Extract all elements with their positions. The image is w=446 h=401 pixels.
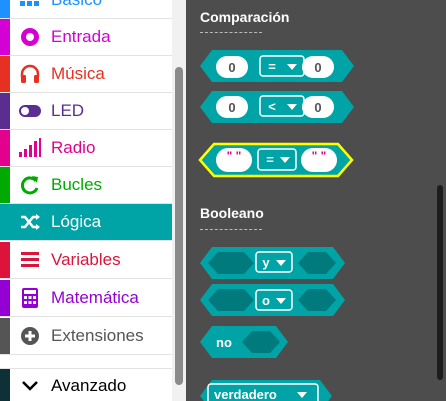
chevron-down-icon xyxy=(20,376,40,396)
and-block[interactable]: y xyxy=(200,247,345,279)
category-label: Matemática xyxy=(51,288,139,307)
category-label: Radio xyxy=(51,138,96,157)
right-value-text: 0 xyxy=(314,60,321,75)
headphones-icon xyxy=(18,62,42,86)
category-color-bar xyxy=(0,56,10,92)
category-color-bar xyxy=(0,280,10,316)
category-label: Variables xyxy=(51,250,121,269)
operator-text: < xyxy=(268,99,276,114)
category-label: LED xyxy=(51,101,85,120)
loop-arrow-icon xyxy=(18,173,42,197)
category-logica[interactable]: Lógica xyxy=(0,204,172,241)
category-label: Extensiones xyxy=(51,326,144,345)
category-entrada[interactable]: Entrada xyxy=(0,19,172,56)
category-label: Entrada xyxy=(51,27,111,46)
shuffle-icon xyxy=(18,210,42,234)
toggle-icon xyxy=(18,99,42,123)
operator-dropdown[interactable] xyxy=(259,95,305,117)
plus-circle-icon xyxy=(18,324,42,348)
operator-dropdown[interactable] xyxy=(259,55,305,77)
operator-dropdown[interactable] xyxy=(257,148,297,171)
not-block[interactable]: no xyxy=(200,326,288,358)
category-label: Lógica xyxy=(51,212,102,231)
calculator-icon xyxy=(18,286,42,310)
radio-target-icon xyxy=(18,25,42,49)
category-color-bar xyxy=(0,167,10,203)
category-label: Básico xyxy=(51,0,102,10)
category-color-bar xyxy=(0,19,10,55)
category-bucles[interactable]: Bucles xyxy=(0,167,172,204)
left-value-text: 0 xyxy=(228,100,235,115)
category-led[interactable]: LED xyxy=(0,93,172,130)
operator-text: = xyxy=(266,152,274,167)
category-color-bar xyxy=(0,130,10,166)
compare-text-block[interactable]: " " = " " xyxy=(198,142,354,178)
operator-text: o xyxy=(262,293,270,308)
compare-less-block[interactable]: 0 < 0 xyxy=(200,91,354,123)
category-sidebar: Básico Entrada Música LED Radio Buc xyxy=(0,0,186,401)
category-color-bar xyxy=(0,242,10,278)
right-text-value: " " xyxy=(312,149,327,163)
section-divider xyxy=(200,32,262,33)
block-flyout: Comparación 0 = 0 0 < 0 " " = " " y o no… xyxy=(186,0,446,401)
section-title-comparison: Comparación xyxy=(200,9,290,25)
category-basico[interactable]: Básico xyxy=(0,0,172,19)
flyout-scrollbar-thumb[interactable] xyxy=(437,185,443,380)
section-divider xyxy=(200,229,262,230)
right-value-text: 0 xyxy=(314,100,321,115)
left-value-text: 0 xyxy=(228,60,235,75)
operator-text: = xyxy=(268,59,276,74)
flyout-blocks-canvas: 0 = 0 0 < 0 " " = " " y o no verdadero xyxy=(198,50,354,401)
category-radio[interactable]: Radio xyxy=(0,130,172,167)
category-color-bar xyxy=(0,0,10,18)
grid-icon xyxy=(18,0,42,12)
category-label: Bucles xyxy=(51,175,103,194)
category-color-bar xyxy=(0,318,10,354)
true-block[interactable]: verdadero xyxy=(200,380,332,401)
compare-equal-block[interactable]: 0 = 0 xyxy=(200,50,354,82)
category-color-bar xyxy=(0,369,10,401)
section-title-boolean: Booleano xyxy=(200,205,264,221)
or-block[interactable]: o xyxy=(200,284,345,316)
not-label: no xyxy=(216,335,232,350)
category-label: Música xyxy=(51,64,105,83)
advanced-toggle[interactable]: Avanzado xyxy=(0,368,172,401)
list-lines-icon xyxy=(18,248,42,272)
left-text-value: " " xyxy=(227,149,242,163)
category-extensiones[interactable]: Extensiones xyxy=(0,318,172,355)
advanced-label: Avanzado xyxy=(51,376,127,395)
category-color-bar xyxy=(0,93,10,129)
signal-bars-icon xyxy=(18,136,42,160)
operator-text: y xyxy=(262,255,270,270)
category-matematica[interactable]: Matemática xyxy=(0,280,172,317)
category-variables[interactable]: Variables xyxy=(0,242,172,279)
sidebar-scrollbar-thumb[interactable] xyxy=(175,67,183,385)
category-color-bar xyxy=(0,204,10,240)
true-label: verdadero xyxy=(214,387,277,401)
category-musica[interactable]: Música xyxy=(0,56,172,93)
